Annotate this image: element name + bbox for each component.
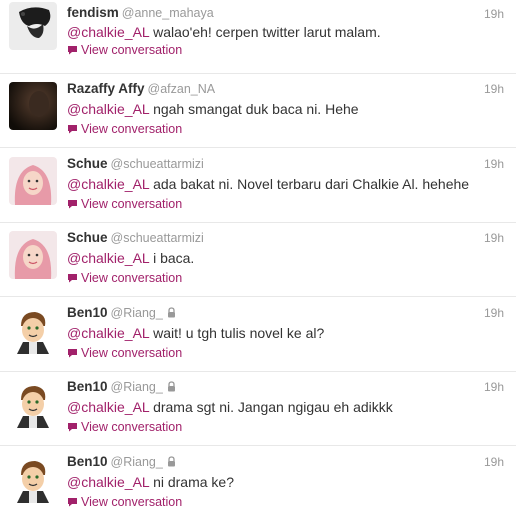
user-fullname[interactable]: fendism: [67, 5, 119, 20]
tweet-timeline: fendism @anne_mahaya 19h @chalkie_AL wala…: [0, 0, 516, 517]
user-handle[interactable]: @schueattarmizi: [111, 157, 204, 171]
view-conversation-link[interactable]: View conversation: [67, 420, 182, 434]
tweet-header: Razaffy Affy @afzan_NA: [67, 81, 215, 99]
tweet-body: ngah smangat duk baca ni. Hehe: [149, 101, 359, 117]
tweet-body: wait! u tgh tulis novel ke al?: [149, 325, 325, 341]
user-fullname[interactable]: Schue: [67, 156, 108, 171]
lock-icon: [167, 381, 175, 392]
user-fullname[interactable]: Ben10: [67, 305, 108, 320]
tweet-body: i baca.: [149, 250, 195, 266]
tweet-header: Ben10 @Riang_: [67, 305, 176, 323]
mention-link[interactable]: @chalkie_AL: [67, 399, 149, 415]
view-conversation-link[interactable]: View conversation: [67, 122, 182, 136]
user-handle[interactable]: @schueattarmizi: [111, 231, 204, 245]
mention-link[interactable]: @chalkie_AL: [67, 474, 149, 490]
tweet-body: walao'eh! cerpen twitter larut malam.: [149, 24, 381, 40]
lock-icon: [167, 456, 175, 467]
tweet-header: Ben10 @Riang_: [67, 379, 176, 397]
tweet-item[interactable]: Schue @schueattarmizi 19h @chalkie_AL ada…: [0, 149, 516, 223]
user-handle[interactable]: @Riang_: [111, 306, 163, 320]
avatar[interactable]: [9, 306, 57, 354]
user-handle[interactable]: @anne_mahaya: [122, 6, 214, 20]
cartoon-boy-avatar-icon: [9, 380, 57, 428]
tweet-text: @chalkie_AL walao'eh! cerpen twitter lar…: [67, 24, 381, 40]
tweet-timestamp[interactable]: 19h: [484, 82, 504, 96]
avatar[interactable]: [9, 455, 57, 503]
speech-bubble-icon: [68, 274, 77, 283]
speech-bubble-icon: [68, 498, 77, 507]
tweet-item[interactable]: Schue @schueattarmizi 19h @chalkie_AL i b…: [0, 223, 516, 297]
tweet-body: ada bakat ni. Novel terbaru dari Chalkie…: [149, 176, 470, 192]
tweet-body: drama sgt ni. Jangan ngigau eh adikkk: [149, 399, 393, 415]
speech-bubble-icon: [68, 423, 77, 432]
view-conversation-label: View conversation: [81, 346, 183, 360]
view-conversation-link[interactable]: View conversation: [67, 271, 182, 285]
tweet-body: ni drama ke?: [149, 474, 235, 490]
view-conversation-label: View conversation: [81, 43, 183, 57]
tweet-timestamp[interactable]: 19h: [484, 306, 504, 320]
tweet-header: Schue @schueattarmizi: [67, 230, 204, 248]
avatar[interactable]: [9, 82, 57, 130]
pink-hijab-avatar-icon: [9, 231, 57, 279]
user-fullname[interactable]: Ben10: [67, 454, 108, 469]
tweet-item[interactable]: fendism @anne_mahaya 19h @chalkie_AL wala…: [0, 0, 516, 74]
tweet-item[interactable]: Ben10 @Riang_ 19h @chalkie_AL drama sgt n…: [0, 372, 516, 446]
tweet-text: @chalkie_AL wait! u tgh tulis novel ke a…: [67, 325, 324, 341]
tweet-header: fendism @anne_mahaya: [67, 5, 214, 23]
view-conversation-label: View conversation: [81, 420, 183, 434]
avatar[interactable]: [9, 380, 57, 428]
tweet-timestamp[interactable]: 19h: [484, 231, 504, 245]
tweet-text: @chalkie_AL drama sgt ni. Jangan ngigau …: [67, 399, 393, 415]
cartoon-boy-avatar-icon: [9, 455, 57, 503]
user-handle[interactable]: @Riang_: [111, 455, 163, 469]
mention-link[interactable]: @chalkie_AL: [67, 250, 149, 266]
avatar[interactable]: [9, 2, 57, 50]
tweet-header: Ben10 @Riang_: [67, 454, 176, 472]
user-fullname[interactable]: Razaffy Affy: [67, 81, 145, 96]
user-fullname[interactable]: Ben10: [67, 379, 108, 394]
view-conversation-link[interactable]: View conversation: [67, 346, 182, 360]
tweet-text: @chalkie_AL ni drama ke?: [67, 474, 234, 490]
dark-hair-avatar-icon: [9, 2, 57, 50]
mention-link[interactable]: @chalkie_AL: [67, 325, 149, 341]
tweet-text: @chalkie_AL ngah smangat duk baca ni. He…: [67, 101, 359, 117]
mention-link[interactable]: @chalkie_AL: [67, 24, 149, 40]
tweet-item[interactable]: Ben10 @Riang_ 19h @chalkie_AL ni drama ke…: [0, 447, 516, 517]
user-handle[interactable]: @Riang_: [111, 380, 163, 394]
avatar[interactable]: [9, 157, 57, 205]
tweet-item[interactable]: Razaffy Affy @afzan_NA 19h @chalkie_AL ng…: [0, 74, 516, 148]
speech-bubble-icon: [68, 349, 77, 358]
view-conversation-link[interactable]: View conversation: [67, 43, 182, 57]
tweet-item[interactable]: Ben10 @Riang_ 19h @chalkie_AL wait! u tgh…: [0, 298, 516, 372]
user-fullname[interactable]: Schue: [67, 230, 108, 245]
cartoon-boy-avatar-icon: [9, 306, 57, 354]
tweet-text: @chalkie_AL ada bakat ni. Novel terbaru …: [67, 176, 469, 192]
view-conversation-label: View conversation: [81, 122, 183, 136]
speech-bubble-icon: [68, 200, 77, 209]
tweet-timestamp[interactable]: 19h: [484, 157, 504, 171]
view-conversation-link[interactable]: View conversation: [67, 495, 182, 509]
tweet-text: @chalkie_AL i baca.: [67, 250, 194, 266]
mention-link[interactable]: @chalkie_AL: [67, 176, 149, 192]
avatar[interactable]: [9, 231, 57, 279]
view-conversation-link[interactable]: View conversation: [67, 197, 182, 211]
user-handle[interactable]: @afzan_NA: [148, 82, 216, 96]
view-conversation-label: View conversation: [81, 271, 183, 285]
speech-bubble-icon: [68, 125, 77, 134]
tweet-timestamp[interactable]: 19h: [484, 380, 504, 394]
tweet-timestamp[interactable]: 19h: [484, 7, 504, 21]
dark-photo-avatar-icon: [9, 82, 57, 130]
mention-link[interactable]: @chalkie_AL: [67, 101, 149, 117]
lock-icon: [167, 307, 175, 318]
pink-hijab-avatar-icon: [9, 157, 57, 205]
speech-bubble-icon: [68, 46, 77, 55]
view-conversation-label: View conversation: [81, 197, 183, 211]
tweet-header: Schue @schueattarmizi: [67, 156, 204, 174]
tweet-timestamp[interactable]: 19h: [484, 455, 504, 469]
view-conversation-label: View conversation: [81, 495, 183, 509]
